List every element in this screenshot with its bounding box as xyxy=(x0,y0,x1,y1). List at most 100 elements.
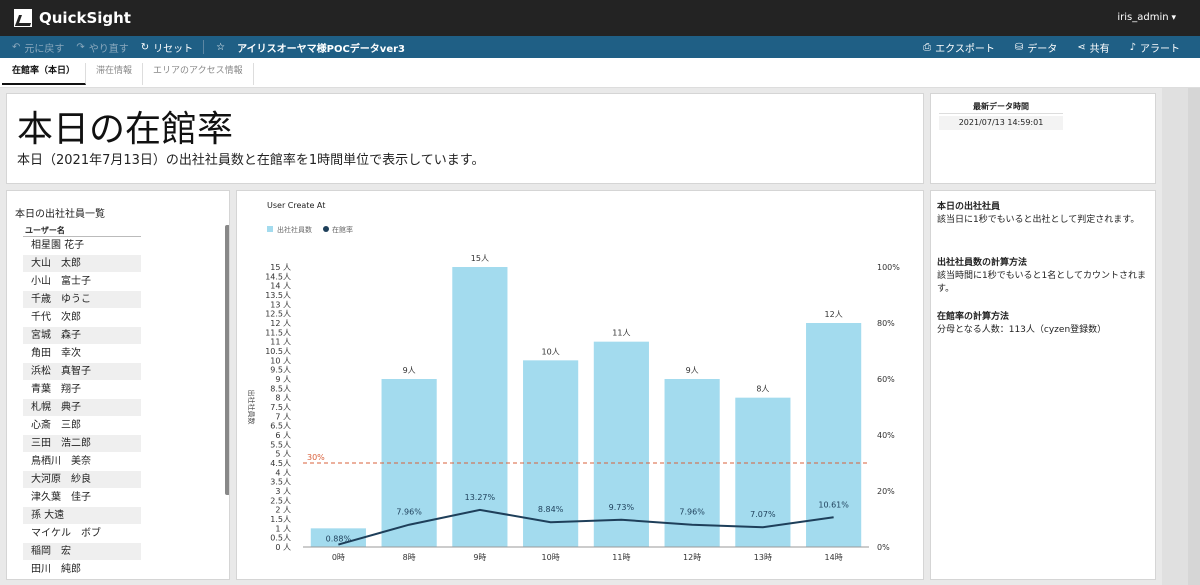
share-button[interactable]: ⋖ 共有 xyxy=(1077,40,1109,55)
latest-data-label: 最新データ時間 xyxy=(939,100,1063,114)
x-tick-label: 8時 xyxy=(403,553,416,562)
tab-area-access[interactable]: エリアのアクセス情報 xyxy=(143,63,254,85)
user-list-row[interactable]: 宮城 森子 xyxy=(23,327,141,345)
user-list-row[interactable]: 相星園 花子 xyxy=(23,237,141,255)
user-list-row[interactable]: 田川 純郎 xyxy=(23,561,141,579)
reset-button[interactable]: ↻ リセット xyxy=(141,40,193,55)
page-scrollbar[interactable] xyxy=(1188,88,1200,585)
bar xyxy=(806,323,862,547)
bar-data-label: 11人 xyxy=(612,329,630,338)
note-rate-method: 在館率の計算方法 分母となる人数：113人（cyzen登録数） xyxy=(937,311,1151,337)
y-right-tick-label: 100% xyxy=(877,263,900,272)
y-left-tick-label: 11.5人 xyxy=(265,328,291,337)
user-list-row[interactable]: 孫 大遠 xyxy=(23,507,141,525)
print-icon: ⎙ xyxy=(923,41,932,53)
bar-data-label: 8人 xyxy=(756,385,769,394)
y-left-tick-label: 3 人 xyxy=(275,487,291,496)
y-left-tick-label: 8 人 xyxy=(275,394,291,403)
user-list-row[interactable]: 心斎 三郎 xyxy=(23,417,141,435)
quicksight-logo-icon xyxy=(14,9,32,27)
user-list-row[interactable]: 浜松 真智子 xyxy=(23,363,141,381)
user-list-row[interactable]: 青葉 翔子 xyxy=(23,381,141,399)
bar-data-label: 15人 xyxy=(471,254,489,263)
y-left-tick-label: 5.5人 xyxy=(270,440,291,449)
legend-label-line: 在館率 xyxy=(332,225,353,234)
user-list-column-header[interactable]: ユーザー名 xyxy=(23,225,141,237)
bar-data-label: 12人 xyxy=(825,310,843,319)
user-list-row[interactable]: 千代 次郎 xyxy=(23,309,141,327)
y-left-tick-label: 13 人 xyxy=(270,300,291,309)
note-heading: 出社社員数の計算方法 xyxy=(937,258,1028,268)
line-data-label: 10.61% xyxy=(818,500,849,509)
data-button[interactable]: ⛁ データ xyxy=(1015,40,1057,55)
y-left-tick-label: 6 人 xyxy=(275,431,291,440)
y-left-tick-label: 2 人 xyxy=(275,506,291,515)
user-list-row[interactable]: マイケル ボブ xyxy=(23,525,141,543)
user-list-row[interactable]: 稲岡 宏 xyxy=(23,543,141,561)
user-list-row[interactable]: 札幌 典子 xyxy=(23,399,141,417)
redo-button[interactable]: ↷ やり直す xyxy=(76,40,128,55)
y-left-tick-label: 6.5人 xyxy=(270,422,291,431)
bell-icon: ♪ xyxy=(1129,41,1136,53)
quicksight-logo[interactable]: QuickSight xyxy=(14,9,131,27)
user-list-row[interactable]: 角田 幸次 xyxy=(23,345,141,363)
favorite-button[interactable]: ☆ xyxy=(216,42,229,53)
toolbar-actions: ⎙ エクスポート ⛁ データ ⋖ 共有 ♪ アラート xyxy=(923,36,1200,58)
x-tick-label: 12時 xyxy=(683,553,701,562)
note-attendance: 本日の出社社員 該当日に1秒でもいると出社として判定されます。 xyxy=(937,201,1151,227)
toolbar: ↶ 元に戻す ↷ やり直す ↻ リセット ☆ アイリスオーヤマ様POCデータver3 … xyxy=(0,36,1200,58)
y-left-tick-label: 5 人 xyxy=(275,450,291,459)
sheet-tabs: 在館率（本日） 滞在情報 エリアのアクセス情報 xyxy=(0,58,1200,88)
user-menu[interactable]: iris_admin xyxy=(1117,12,1176,23)
user-list-row[interactable]: 大河原 紗良 xyxy=(23,471,141,489)
x-tick-label: 10時 xyxy=(542,553,560,562)
y-left-tick-label: 10.5人 xyxy=(265,347,291,356)
tab-occupancy-today[interactable]: 在館率（本日） xyxy=(2,63,87,85)
user-list-scrollbar[interactable] xyxy=(225,225,229,495)
user-list-title: 本日の出社社員一覧 xyxy=(15,209,105,220)
y-left-tick-label: 2.5人 xyxy=(270,496,291,505)
y-left-tick-label: 1 人 xyxy=(275,524,291,533)
line-data-label: 13.27% xyxy=(465,493,496,502)
y-left-tick-label: 0 人 xyxy=(275,543,291,552)
line-data-label: 8.84% xyxy=(538,505,564,514)
alert-button[interactable]: ♪ アラート xyxy=(1130,40,1180,55)
user-list-row[interactable]: 津久葉 佳子 xyxy=(23,489,141,507)
dashboard-title: アイリスオーヤマ様POCデータver3 xyxy=(237,43,405,55)
y-left-tick-label: 3.5人 xyxy=(270,478,291,487)
occupancy-chart-panel: User Create At 出社社員数 在館率 出社社員数 0 人 0.5人 1 人 1.5… xyxy=(236,190,924,580)
line-data-label: 9.73% xyxy=(609,503,635,512)
latest-data-value: 2021/07/13 14:59:01 xyxy=(939,116,1063,130)
top-bar: QuickSight iris_admin xyxy=(0,0,1200,36)
x-tick-label: 0時 xyxy=(332,553,345,562)
y-left-tick-label: 4.5人 xyxy=(270,459,291,468)
notes-panel: 本日の出社社員 該当日に1秒でもいると出社として判定されます。 出社社員数の計算… xyxy=(930,190,1156,580)
x-tick-label: 13時 xyxy=(754,553,772,562)
y-right-tick-label: 80% xyxy=(877,319,895,328)
user-list-row[interactable]: 千歳 ゆうこ xyxy=(23,291,141,309)
y-right-tick-label: 40% xyxy=(877,431,895,440)
user-list-row[interactable]: 鳥栖川 美奈 xyxy=(23,453,141,471)
user-list-row[interactable]: 三田 浩二郎 xyxy=(23,435,141,453)
latest-data-table: 最新データ時間 2021/07/13 14:59:01 xyxy=(939,100,1063,130)
user-list-row[interactable]: 小山 富士子 xyxy=(23,273,141,291)
latest-data-panel: 最新データ時間 2021/07/13 14:59:01 xyxy=(930,93,1156,184)
undo-button[interactable]: ↶ 元に戻す xyxy=(12,40,64,55)
x-tick-label: 9時 xyxy=(473,553,486,562)
y-axis-label: 出社社員数 xyxy=(247,390,256,425)
y-left-tick-label: 13.5人 xyxy=(265,291,291,300)
y-left-tick-label: 12 人 xyxy=(270,319,291,328)
y-right-tick-label: 0% xyxy=(877,543,890,552)
user-list-row[interactable]: 大山 太郎 xyxy=(23,255,141,273)
y-left-tick-label: 12.5人 xyxy=(265,310,291,319)
y-left-tick-label: 15 人 xyxy=(270,263,291,272)
export-button[interactable]: ⎙ エクスポート xyxy=(923,40,995,55)
y-left-tick-label: 7.5人 xyxy=(270,403,291,412)
y-left-tick-label: 4 人 xyxy=(275,468,291,477)
note-body: 該当時間に1秒でもいると1名としてカウントされます。 xyxy=(937,271,1147,294)
star-icon: ☆ xyxy=(216,41,226,53)
canvas-margin xyxy=(1162,88,1188,585)
tab-stay-info[interactable]: 滞在情報 xyxy=(86,63,144,85)
x-tick-label: 14時 xyxy=(825,553,843,562)
user-list-rows: 相星園 花子 大山 太郎 小山 富士子 千歳 ゆうこ 千代 次郎 宮城 森子 角田 幸次 浜松… xyxy=(23,237,141,579)
